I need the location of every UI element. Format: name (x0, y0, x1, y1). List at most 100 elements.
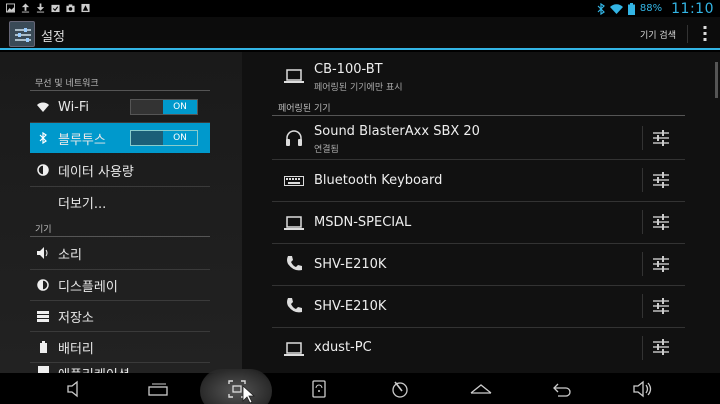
row-separator (642, 294, 643, 318)
sidebar-item-more[interactable]: 더보기... (30, 187, 210, 217)
sidebar-item-wifi[interactable]: Wi-Fi ON (30, 92, 210, 122)
page-title: 설정 (41, 30, 65, 45)
back-icon[interactable] (551, 378, 573, 400)
paired-device-row[interactable]: Sound BlasterAxx SBX 20 연결됨 (272, 118, 685, 160)
battery-percent: 88% (639, 3, 663, 14)
paired-device-row[interactable]: SHV-E210K (272, 244, 685, 286)
sidebar-item-battery[interactable]: 배터리 (30, 332, 210, 362)
section-divider (30, 90, 210, 91)
memo-icon[interactable] (308, 378, 330, 400)
battery-status-icon (627, 2, 635, 15)
paired-devices-header: 페어링된 기기 (278, 104, 331, 114)
volume-down-icon[interactable] (64, 378, 86, 400)
keyboard-icon (284, 176, 304, 186)
display-icon (36, 278, 50, 292)
settings-sidebar: 무선 및 네트워크 Wi-Fi ON 블루투스 ON 데이터 사용량 더보기..… (0, 52, 242, 373)
paired-device-row[interactable]: MSDN-SPECIAL (272, 202, 685, 244)
settings-app-icon[interactable] (9, 21, 35, 47)
device-name: Bluetooth Keyboard (314, 173, 443, 188)
overflow-menu-icon[interactable] (703, 26, 707, 41)
wifi-status-icon (609, 3, 623, 14)
system-nav-bar (0, 369, 720, 404)
sidebar-item-label: 배터리 (58, 341, 94, 357)
search-devices-button[interactable]: 기기 검색 (640, 28, 676, 41)
image-icon (6, 3, 15, 13)
sidebar-item-label: 데이터 사용량 (58, 164, 134, 180)
sidebar-item-label: 애플리케이션 (58, 364, 130, 373)
sidebar-item-label: Wi-Fi (58, 99, 90, 115)
paired-device-row[interactable]: SHV-E210K (272, 286, 685, 328)
action-divider (687, 25, 688, 43)
device-name: SHV-E210K (314, 257, 387, 272)
device-settings-icon[interactable] (652, 255, 670, 273)
sidebar-item-bluetooth[interactable]: 블루투스 ON (30, 123, 210, 153)
clipboard-check-icon (51, 4, 60, 13)
device-name: CB-100-BT (314, 62, 383, 77)
phone-icon (287, 256, 302, 271)
sidebar-item-label: 더보기... (58, 196, 107, 212)
device-status: 연결됨 (314, 145, 339, 155)
volume-up-icon[interactable] (632, 378, 654, 400)
sidebar-item-apps[interactable]: 애플리케이션 (30, 364, 210, 373)
device-settings-icon[interactable] (652, 338, 670, 356)
home-icon[interactable] (470, 378, 492, 400)
scrollbar[interactable] (715, 62, 718, 98)
row-separator (642, 252, 643, 276)
device-name: MSDN-SPECIAL (314, 215, 412, 230)
device-name: xdust-PC (314, 340, 372, 355)
item-divider (30, 362, 210, 363)
status-bar: 88% 11:10 (0, 0, 720, 17)
section-divider (272, 115, 685, 116)
device-settings-icon[interactable] (652, 297, 670, 315)
bluetooth-status-icon (597, 2, 605, 15)
apps-icon (36, 364, 50, 373)
device-settings-icon[interactable] (652, 171, 670, 189)
sidebar-item-storage[interactable]: 저장소 (30, 301, 210, 331)
sidebar-item-display[interactable]: 디스플레이 (30, 270, 210, 300)
pen-icon[interactable] (389, 378, 411, 400)
bluetooth-toggle[interactable]: ON (130, 130, 198, 146)
device-name: SHV-E210K (314, 299, 387, 314)
bluetooth-device-list: CB-100-BT 페어링된 기기에만 표시 페어링된 기기 Sound Bla… (242, 52, 720, 373)
row-separator (642, 168, 643, 192)
row-separator (642, 210, 643, 234)
this-device-row[interactable]: CB-100-BT 페어링된 기기에만 표시 (272, 52, 685, 98)
paired-device-row[interactable]: xdust-PC (272, 328, 685, 369)
camera-icon (66, 4, 75, 13)
row-separator (642, 336, 643, 360)
data-usage-icon (36, 163, 50, 177)
wifi-toggle[interactable]: ON (130, 99, 198, 115)
download-icon (36, 3, 45, 13)
device-settings-icon[interactable] (652, 129, 670, 147)
upload-icon (21, 3, 30, 13)
alert-icon (81, 3, 90, 13)
toggle-state: ON (163, 100, 197, 114)
laptop-icon (284, 216, 304, 230)
section-header-device: 기기 (35, 225, 52, 235)
laptop-icon (284, 69, 304, 83)
section-header-wireless: 무선 및 네트워크 (35, 79, 99, 89)
battery-icon (36, 340, 50, 354)
sound-icon (36, 246, 50, 260)
bluetooth-icon (36, 131, 50, 145)
headset-icon (286, 130, 302, 146)
pointer-icon (242, 385, 256, 404)
storage-icon (36, 309, 50, 323)
phone-icon (287, 298, 302, 313)
toggle-state: ON (163, 131, 197, 145)
row-separator (642, 126, 643, 150)
action-bar: 설정 기기 검색 (0, 17, 720, 50)
laptop-icon (284, 342, 304, 356)
device-visibility: 페어링된 기기에만 표시 (314, 83, 403, 93)
sidebar-item-sound[interactable]: 소리 (30, 238, 210, 268)
sidebar-item-data-usage[interactable]: 데이터 사용량 (30, 155, 210, 185)
wifi-icon (36, 100, 50, 114)
blank-icon (36, 195, 50, 209)
clock: 11:10 (671, 0, 714, 17)
device-name: Sound BlasterAxx SBX 20 (314, 124, 480, 139)
sidebar-item-label: 소리 (58, 247, 82, 263)
paired-device-row[interactable]: Bluetooth Keyboard (272, 160, 685, 202)
sidebar-item-label: 블루투스 (58, 132, 106, 148)
device-settings-icon[interactable] (652, 213, 670, 231)
recent-apps-icon[interactable] (147, 378, 169, 400)
